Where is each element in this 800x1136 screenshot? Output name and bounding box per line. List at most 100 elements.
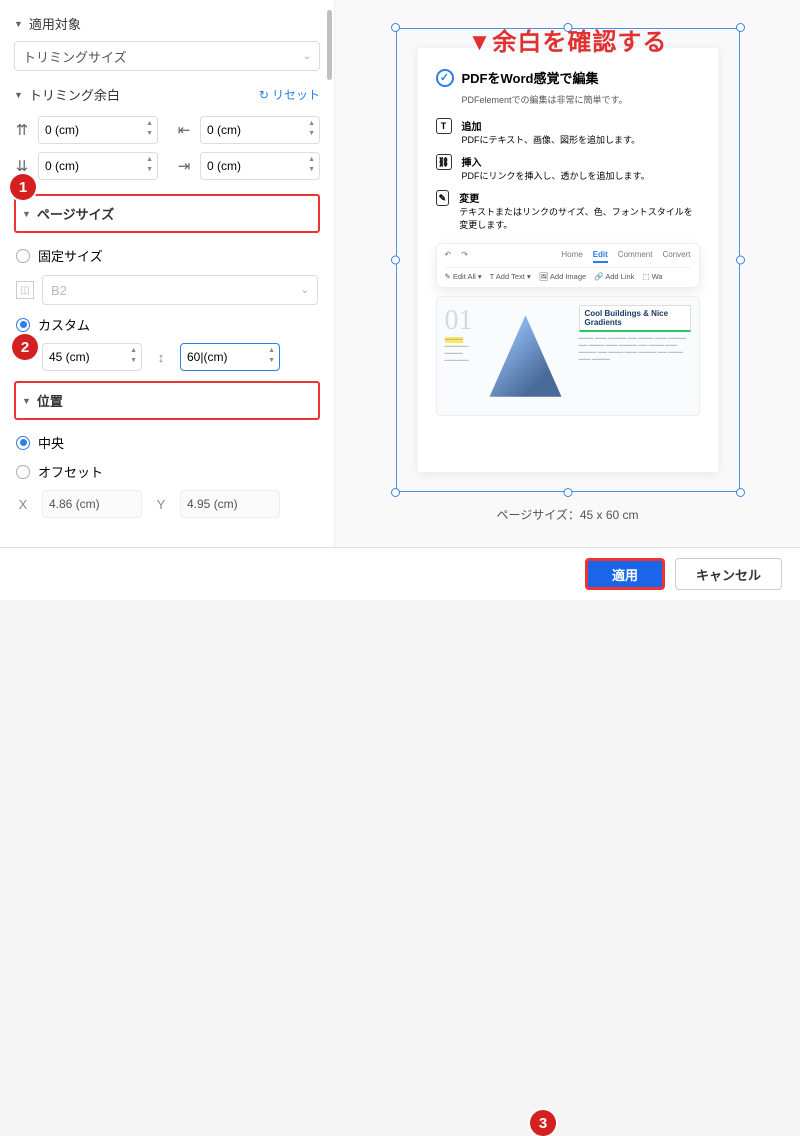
preview-panel: ▼余白を確認する ✓PDFをWord感覚で編集 PDFelementでの編集は非… (335, 0, 800, 547)
reset-icon: ↻ (259, 88, 269, 102)
resize-handle[interactable] (736, 23, 745, 32)
tool-wa: Wa (652, 272, 663, 281)
cancel-button[interactable]: キャンセル (675, 558, 782, 590)
radio-custom-label: カスタム (38, 315, 90, 334)
doc-heading: Cool Buildings & Nice Gradients (579, 305, 691, 332)
feat-title: 追加 (462, 118, 641, 133)
radio-center[interactable]: 中央 (14, 428, 320, 457)
margin-left-input[interactable]: ▲▼ (200, 116, 320, 144)
radio-icon (16, 318, 30, 332)
section-trimming[interactable]: ▼ トリミング余白 ↻ リセット (14, 81, 320, 108)
margin-bottom-input[interactable]: ▲▼ (38, 152, 158, 180)
tab-edit: Edit (593, 250, 608, 263)
y-label: Y (152, 497, 170, 512)
trimming-size-value: トリミングサイズ (23, 47, 127, 66)
spinner-buttons[interactable]: ▲▼ (308, 155, 315, 175)
annotation-badge-2: 2 (12, 334, 38, 360)
radio-offset[interactable]: オフセット (14, 457, 320, 486)
edit-icon: ✎ (436, 190, 450, 206)
offset-x-field (49, 497, 135, 511)
resize-handle[interactable] (563, 488, 572, 497)
radio-custom-size[interactable]: カスタム (14, 310, 320, 339)
feat-title: 挿入 (462, 154, 650, 169)
spinner-buttons[interactable]: ▲▼ (146, 155, 153, 175)
spinner-buttons[interactable]: ▲▼ (308, 119, 315, 139)
width-input[interactable]: ▲▼ (42, 343, 142, 371)
margin-top-icon: ⇈ (14, 122, 30, 138)
tab-comment: Comment (618, 250, 653, 263)
spinner-buttons[interactable]: ▲▼ (146, 119, 153, 139)
preview-crop-frame[interactable]: ✓PDFをWord感覚で編集 PDFelementでの編集は非常に簡単です。 T… (388, 20, 748, 500)
preview-page: ✓PDFをWord感覚で編集 PDFelementでの編集は非常に簡単です。 T… (418, 48, 718, 472)
margin-right-input[interactable]: ▲▼ (200, 152, 320, 180)
settings-panel: ▼ 適用対象 トリミングサイズ ⌄ ▼ トリミング余白 ↻ リセット ⇈ ▲▼ (0, 0, 335, 547)
offset-y-input (180, 490, 280, 518)
margin-right-field[interactable] (207, 159, 313, 173)
radio-icon (16, 436, 30, 450)
preview-document: 01 ━━━━━━━━━━━━━━━━━━━━━━━━━━━━ Cool Bui… (436, 296, 700, 416)
annotation-text: ▼余白を確認する (468, 22, 668, 57)
reset-button[interactable]: ↻ リセット (259, 86, 320, 103)
collapse-icon: ▼ (22, 396, 31, 406)
resize-handle[interactable] (391, 256, 400, 265)
radio-icon (16, 465, 30, 479)
section-pagesize[interactable]: ▼ ページサイズ (22, 200, 312, 227)
resize-handle[interactable] (391, 488, 400, 497)
x-label: X (14, 497, 32, 512)
tool-editall: Edit All (453, 272, 476, 281)
collapse-icon: ▼ (22, 209, 31, 219)
radio-fixed-size[interactable]: 固定サイズ (14, 241, 320, 270)
section-target-label: 適用対象 (29, 14, 81, 33)
resize-handle[interactable] (736, 256, 745, 265)
offset-y-field (187, 497, 273, 511)
preview-title: PDFをWord感覚で編集 (462, 68, 599, 87)
apply-button[interactable]: 適用 (585, 558, 665, 590)
height-field[interactable] (187, 350, 273, 364)
feat-title: 変更 (459, 190, 699, 205)
tool-addimage: Add Image (550, 272, 586, 281)
margin-top-input[interactable]: ▲▼ (38, 116, 158, 144)
trimming-size-dropdown[interactable]: トリミングサイズ ⌄ (14, 41, 320, 71)
spinner-buttons[interactable]: ▲▼ (268, 346, 275, 366)
section-position[interactable]: ▼ 位置 (22, 387, 312, 414)
tab-convert: Convert (662, 250, 690, 263)
margin-bottom-field[interactable] (45, 159, 151, 173)
resize-handle[interactable] (736, 488, 745, 497)
text-icon: T (436, 118, 452, 134)
reset-label: リセット (272, 86, 320, 103)
margin-top-field[interactable] (45, 123, 151, 137)
section-target[interactable]: ▼ 適用対象 (14, 10, 320, 37)
margin-left-field[interactable] (207, 123, 313, 137)
chevron-down-icon: ⌄ (301, 285, 309, 296)
preview-subtitle: PDFelementでの編集は非常に簡単です。 (462, 93, 700, 106)
height-input[interactable]: ▲▼ (180, 343, 280, 371)
collapse-icon: ▼ (14, 90, 23, 100)
width-field[interactable] (49, 350, 135, 364)
scrollbar[interactable] (327, 10, 332, 80)
resize-handle[interactable] (391, 23, 400, 32)
feat-desc: テキストまたはリンクのサイズ、色、フォントスタイルを変更します。 (459, 207, 692, 230)
radio-fixed-label: 固定サイズ (38, 246, 103, 265)
orientation-icon: ◫ (16, 281, 34, 299)
feat-desc: PDFにリンクを挿入し、透かしを追加します。 (462, 171, 650, 181)
tool-addtext: Add Text (496, 272, 525, 281)
dialog-footer: 3 適用 キャンセル (0, 548, 800, 600)
preview-toolbar: ↶↷ Home Edit Comment Convert ✎ Edit All … (436, 243, 700, 288)
height-icon: ↕ (152, 350, 170, 365)
offset-x-input (42, 490, 142, 518)
margin-right-icon: ⇥ (176, 158, 192, 174)
annotation-badge-1: 1 (10, 174, 36, 200)
annotation-badge-3: 3 (530, 1110, 556, 1136)
doc-number: 01 (445, 305, 473, 337)
margin-bottom-icon: ⇊ (14, 158, 30, 174)
section-trimming-label: トリミング余白 (29, 85, 120, 104)
radio-offset-label: オフセット (38, 462, 103, 481)
radio-center-label: 中央 (38, 433, 64, 452)
collapse-icon: ▼ (14, 19, 23, 29)
tool-addlink: Add Link (605, 272, 634, 281)
margin-left-icon: ⇤ (176, 122, 192, 138)
spinner-buttons[interactable]: ▲▼ (130, 346, 137, 366)
fixed-size-value: B2 (51, 283, 67, 298)
section-position-label: 位置 (37, 391, 63, 410)
section-pagesize-label: ページサイズ (37, 204, 114, 223)
